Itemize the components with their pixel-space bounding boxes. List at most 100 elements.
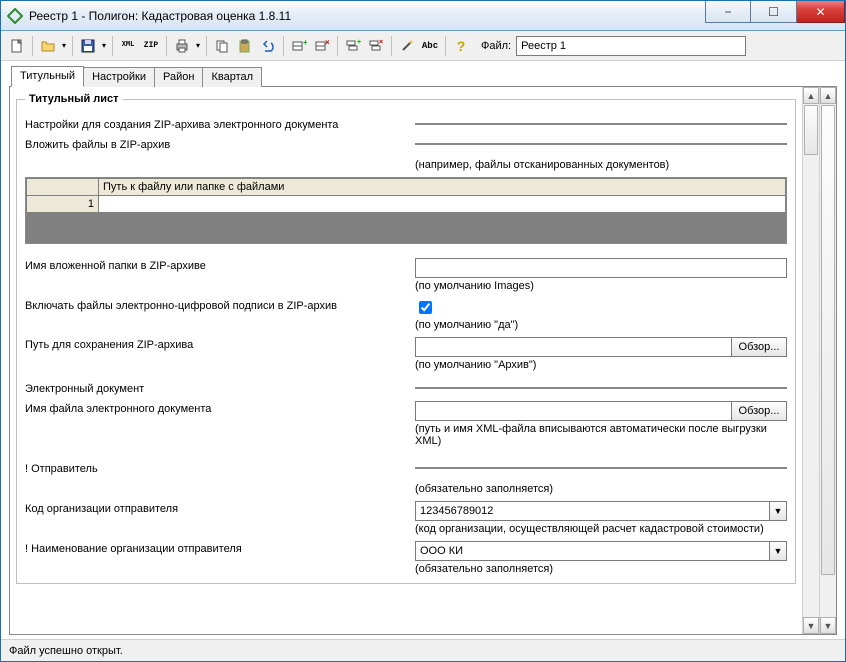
zip-icon: ZIP (144, 41, 158, 50)
new-button[interactable] (6, 35, 28, 57)
edoc-name-browse-button[interactable]: Обзор... (731, 401, 787, 421)
wand-icon (399, 38, 415, 54)
scroll-thumb[interactable] (804, 105, 818, 155)
toolbar-separator (112, 36, 113, 56)
org-name-hint: (обязательно заполняется) (415, 563, 787, 575)
export-zip-button[interactable]: ZIP (140, 35, 162, 57)
minimize-icon: − (724, 5, 731, 19)
grid-delete-icon: × (314, 38, 330, 54)
grid-row-number: 1 (27, 196, 99, 213)
save-path-hint: (по умолчанию "Архив") (415, 359, 787, 371)
help-icon: ? (457, 38, 466, 54)
org-code-hint: (код организации, осуществляющей расчет … (415, 523, 787, 535)
svg-text:×: × (379, 39, 383, 46)
toolbar-separator (283, 36, 284, 56)
open-folder-icon (40, 38, 56, 54)
new-file-icon (9, 38, 25, 54)
edoc-name-input[interactable] (415, 401, 731, 421)
include-files-hint: (например, файлы отсканированных докумен… (415, 159, 787, 171)
paste-button[interactable] (234, 35, 256, 57)
grid-footer (26, 213, 786, 243)
org-code-input[interactable] (415, 501, 769, 521)
svg-text:+: + (357, 39, 361, 46)
org-code-combo[interactable]: ▼ (415, 501, 787, 521)
files-grid-wrapper: Путь к файлу или папке с файлами 1 (25, 177, 787, 244)
save-dropdown[interactable]: ▾ (100, 35, 108, 57)
tab-label: Настройки (92, 71, 146, 83)
undo-icon (260, 38, 276, 54)
file-field-label: Файл: (481, 40, 511, 52)
scroll-thumb[interactable] (821, 105, 835, 575)
undo-button[interactable] (257, 35, 279, 57)
grid-header-path: Путь к файлу или папке с файлами (99, 179, 786, 196)
scroll-up-button[interactable]: ▲ (803, 87, 819, 104)
row-clear-button[interactable]: × (365, 35, 387, 57)
save-path-browse-button[interactable]: Обзор... (731, 337, 787, 357)
toolbar-separator (445, 36, 446, 56)
window-controls: − ☐ ✕ (705, 1, 845, 30)
org-name-input[interactable] (415, 541, 769, 561)
tab-label: Район (163, 71, 194, 83)
tab-region[interactable]: Район (154, 67, 203, 87)
save-path-label: Путь для сохранения ZIP-архива (25, 337, 415, 351)
open-dropdown[interactable]: ▾ (60, 35, 68, 57)
edoc-name-label: Имя файла электронного документа (25, 401, 415, 415)
spellcheck-button[interactable]: Abc (419, 35, 441, 57)
nested-folder-hint: (по умолчанию Images) (415, 280, 787, 292)
grid-plus-icon: + (291, 38, 307, 54)
export-xml-button[interactable]: XML (117, 35, 139, 57)
grid-copy-icon: + (345, 38, 361, 54)
minimize-button[interactable]: − (705, 1, 751, 23)
toolbar-separator (206, 36, 207, 56)
xml-icon: XML (122, 42, 135, 49)
browse-label: Обзор... (739, 405, 780, 417)
save-button[interactable] (77, 35, 99, 57)
copy-button[interactable] (211, 35, 233, 57)
sender-section-label: ! Отправитель (25, 461, 415, 475)
files-grid[interactable]: Путь к файлу или папке с файлами 1 (26, 178, 786, 213)
print-dropdown[interactable]: ▾ (194, 35, 202, 57)
org-name-label: ! Наименование организации отправителя (25, 541, 415, 555)
scroll-down-button[interactable]: ▼ (803, 617, 819, 634)
tab-settings[interactable]: Настройки (83, 67, 155, 87)
grid-corner-cell (27, 179, 99, 196)
open-button[interactable] (37, 35, 59, 57)
row-delete-button[interactable]: × (311, 35, 333, 57)
scroll-track[interactable] (820, 104, 836, 617)
row-add-button[interactable]: + (288, 35, 310, 57)
paste-icon (237, 38, 253, 54)
inner-scrollbar[interactable]: ▲ ▼ (802, 87, 819, 634)
scroll-up-button[interactable]: ▲ (820, 87, 836, 104)
save-path-input[interactable] (415, 337, 731, 357)
help-button[interactable]: ? (450, 35, 472, 57)
org-name-combo[interactable]: ▼ (415, 541, 787, 561)
copy-icon (214, 38, 230, 54)
wand-button[interactable] (396, 35, 418, 57)
row-copy-button[interactable]: + (342, 35, 364, 57)
scroll-down-button[interactable]: ▼ (820, 617, 836, 634)
edoc-name-hint: (путь и имя XML-файла вписываются автома… (415, 423, 787, 447)
table-row[interactable]: 1 (27, 196, 786, 213)
maximize-button[interactable]: ☐ (751, 1, 797, 23)
chevron-down-icon[interactable]: ▼ (769, 541, 787, 561)
tab-quarter[interactable]: Квартал (202, 67, 262, 87)
grid-cell-path[interactable] (99, 196, 786, 213)
svg-text:×: × (325, 38, 330, 47)
chevron-down-icon[interactable]: ▼ (769, 501, 787, 521)
include-signature-hint: (по умолчанию "да") (415, 319, 787, 331)
scroll-track[interactable] (803, 104, 819, 617)
nested-folder-input[interactable] (415, 258, 787, 278)
outer-scrollbar[interactable]: ▲ ▼ (819, 87, 836, 634)
include-signature-checkbox[interactable] (419, 301, 432, 314)
close-button[interactable]: ✕ (797, 1, 845, 23)
toolbar-separator (391, 36, 392, 56)
close-icon: ✕ (815, 5, 825, 19)
toolbar-separator (72, 36, 73, 56)
tab-title-page[interactable]: Титульный (11, 66, 84, 87)
svg-text:+: + (303, 38, 307, 47)
file-name-input[interactable] (516, 36, 746, 56)
tabstrip: Титульный Настройки Район Квартал (1, 61, 845, 86)
grid-clear-icon: × (368, 38, 384, 54)
toolbar-separator (166, 36, 167, 56)
print-button[interactable] (171, 35, 193, 57)
